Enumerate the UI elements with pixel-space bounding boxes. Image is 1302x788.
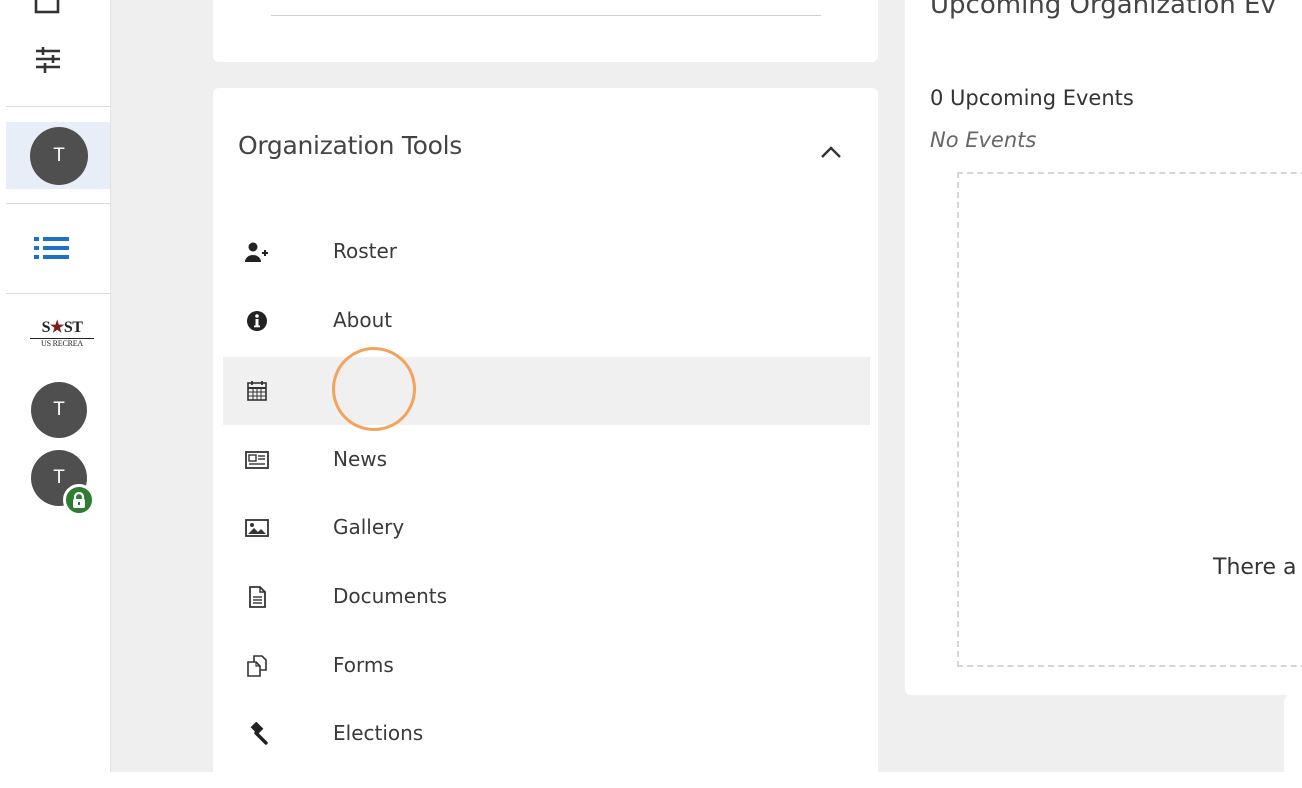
left-rail: T S★ST US RECREA T T <box>0 0 111 772</box>
upcoming-events-card: Upcoming Organization Ev 0 Upcoming Even… <box>905 0 1302 695</box>
info-circle-icon <box>247 311 267 331</box>
tool-item-roster[interactable]: Roster <box>223 218 870 286</box>
organization-logo[interactable]: S★ST US RECREA <box>30 320 94 349</box>
newspaper-icon <box>245 451 269 469</box>
tool-label: About <box>333 308 393 332</box>
user-plus-icon <box>245 242 268 262</box>
list-icon[interactable] <box>34 236 70 260</box>
image-icon <box>245 519 269 537</box>
square-icon[interactable] <box>33 0 63 16</box>
upcoming-events-title: Upcoming Organization Ev <box>930 0 1276 20</box>
organization-tools-title: Organization Tools <box>238 131 462 160</box>
tool-label: News <box>333 447 388 471</box>
tool-item-news[interactable]: News <box>223 426 870 494</box>
calendar-icon <box>247 381 267 401</box>
organization-tools-card: Organization Tools Roster About News Gal… <box>213 88 878 788</box>
events-empty-box <box>957 172 1302 667</box>
forms-icon <box>247 655 267 677</box>
upcoming-events-count: 0 Upcoming Events <box>930 86 1134 110</box>
tool-label: Elections <box>333 721 424 745</box>
tool-label: Roster <box>333 239 398 263</box>
top-card <box>213 0 878 62</box>
lock-icon <box>63 484 95 516</box>
tool-item-elections[interactable]: Elections <box>223 700 870 768</box>
tool-item-events[interactable] <box>223 357 870 425</box>
gavel-icon <box>250 722 268 745</box>
no-events-label: No Events <box>930 128 1037 152</box>
panel-corner <box>1284 690 1302 772</box>
tool-item-about[interactable]: About <box>223 287 870 355</box>
chevron-up-icon[interactable] <box>820 145 842 159</box>
tool-item-forms[interactable]: Forms <box>223 632 870 700</box>
document-icon <box>249 586 266 608</box>
avatar-active[interactable]: T <box>30 127 88 185</box>
tool-label: Documents <box>333 584 448 608</box>
sliders-icon[interactable] <box>33 46 63 76</box>
tool-item-gallery[interactable]: Gallery <box>223 494 870 562</box>
click-indicator <box>332 347 416 431</box>
events-empty-message: There a <box>1213 555 1297 580</box>
tool-label: Gallery <box>333 515 405 539</box>
tool-label: Forms <box>333 653 394 677</box>
tool-item-documents[interactable]: Documents <box>223 563 870 631</box>
avatar-org-2[interactable]: T <box>31 382 87 438</box>
